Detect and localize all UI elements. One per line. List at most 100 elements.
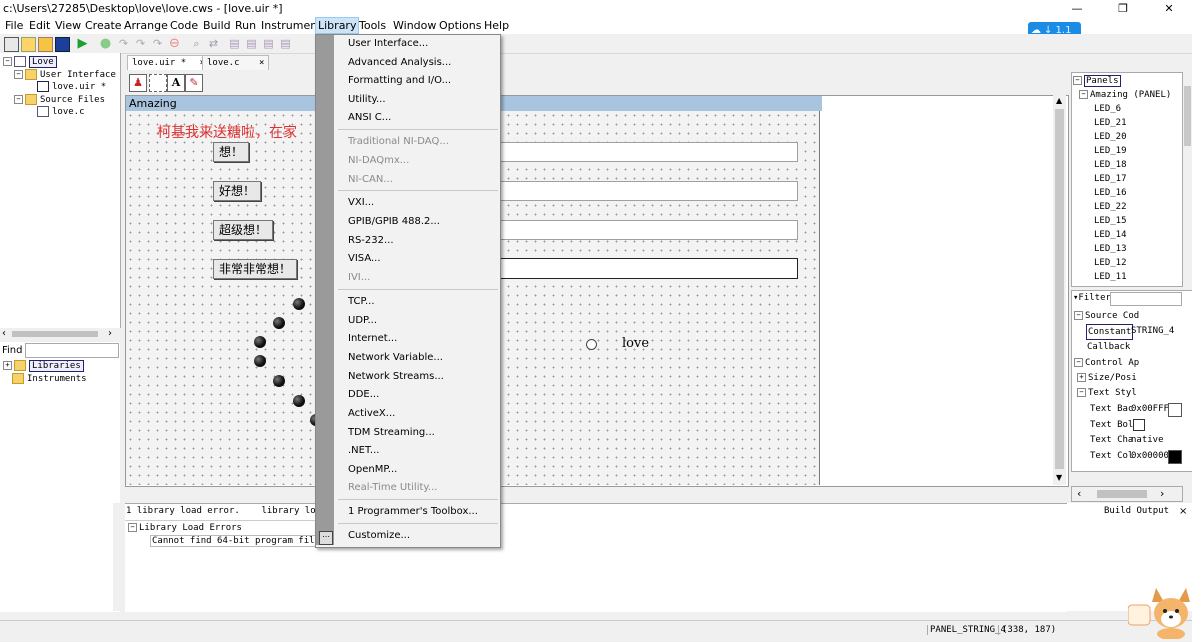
menu-item-customize[interactable]: Customize...	[348, 527, 410, 545]
operate-tool-icon[interactable]: ♟	[129, 74, 147, 92]
menu-library[interactable]: Library	[315, 17, 360, 34]
scroll-thumb[interactable]	[12, 331, 98, 337]
panel-vscrollbar[interactable]: ▲ ▼	[1053, 95, 1066, 485]
tree-hscrollbar[interactable]: ‹ ›	[0, 328, 120, 340]
prop-text-style[interactable]: − Text Styl	[1077, 386, 1137, 400]
doc-list-icon[interactable]: ▤	[279, 37, 292, 50]
step-over-icon[interactable]: ↷	[134, 37, 147, 50]
replace-icon[interactable]: ⇄	[207, 37, 220, 50]
label-tool-icon[interactable]: A	[167, 74, 185, 92]
menu-code[interactable]: Code	[168, 18, 200, 33]
menu-item-vxi[interactable]: VXI...	[348, 194, 374, 212]
string-box-3[interactable]	[497, 220, 798, 240]
menu-item-advanced-analysis[interactable]: Advanced Analysis...	[348, 54, 451, 72]
menu-run[interactable]: Run	[233, 18, 258, 33]
tree-item-led[interactable]: LED_13	[1094, 242, 1127, 256]
scroll-left-icon[interactable]: ‹	[1077, 487, 1081, 500]
close-button[interactable]: ✕	[1146, 0, 1192, 17]
collapse-icon[interactable]: −	[1079, 90, 1088, 99]
menu-item-utility[interactable]: Utility...	[348, 91, 386, 109]
menu-file[interactable]: File	[3, 18, 25, 33]
tab-love-uir[interactable]: love.uir * ×	[127, 55, 211, 70]
string-box-2[interactable]	[497, 181, 798, 201]
save-icon[interactable]	[55, 37, 70, 52]
tree-item-source-files[interactable]: − Source Files	[14, 94, 105, 106]
tree-item-libraries[interactable]: + Libraries	[3, 360, 84, 372]
menu-item-network-streams[interactable]: Network Streams...	[348, 368, 444, 386]
doc-view-icon[interactable]: ▤	[262, 37, 275, 50]
prop-control-app[interactable]: − Control Ap	[1074, 356, 1139, 370]
step-into-icon[interactable]: ↷	[117, 37, 130, 50]
tree-item-led[interactable]: LED_22	[1094, 200, 1127, 214]
step-out-icon[interactable]: ↷	[151, 37, 164, 50]
menu-item-udp[interactable]: UDP...	[348, 312, 377, 330]
menu-options[interactable]: Options	[437, 18, 483, 33]
scroll-up-icon[interactable]: ▲	[1056, 96, 1062, 105]
new-project-icon[interactable]	[21, 37, 36, 52]
stop-icon[interactable]: ⊖	[168, 37, 181, 50]
panel-hscrollbar[interactable]	[125, 487, 1067, 501]
scroll-thumb[interactable]	[1055, 109, 1064, 469]
collapse-icon[interactable]: −	[14, 70, 23, 79]
menu-item-gpib-gpib-488-2[interactable]: GPIB/GPIB 488.2...	[348, 213, 440, 231]
color-swatch[interactable]	[1168, 403, 1182, 417]
prop-size-position[interactable]: + Size/Posi	[1077, 371, 1137, 385]
tree-item-led[interactable]: LED_16	[1094, 186, 1127, 200]
menu-create[interactable]: Create	[83, 18, 124, 33]
prop-text-bg-label[interactable]: Text Bac	[1090, 402, 1133, 416]
tree-item-user-interface[interactable]: − User Interface	[14, 69, 116, 81]
menu-item-internet[interactable]: Internet...	[348, 330, 397, 348]
tree-item-led[interactable]: LED_21	[1094, 116, 1127, 130]
scroll-right-icon[interactable]: ›	[1160, 487, 1164, 500]
find-input[interactable]	[25, 343, 119, 358]
tree-vscrollbar[interactable]	[1183, 72, 1192, 285]
color-swatch[interactable]	[1168, 450, 1182, 464]
scroll-thumb[interactable]	[1184, 86, 1191, 146]
collapse-icon[interactable]: −	[3, 57, 12, 66]
collapse-icon[interactable]: −	[1073, 76, 1082, 85]
menu-item-openmp[interactable]: OpenMP...	[348, 461, 397, 479]
bold-checkbox[interactable]	[1133, 419, 1145, 431]
expand-icon[interactable]: +	[1077, 373, 1086, 382]
menu-item-activex[interactable]: ActiveX...	[348, 405, 395, 423]
string-box-1[interactable]	[497, 142, 798, 162]
prop-constant-label[interactable]: Constant	[1086, 324, 1134, 340]
scroll-thumb[interactable]	[1097, 490, 1147, 498]
menu-item-visa[interactable]: VISA...	[348, 250, 381, 268]
doc-edit-icon[interactable]: ▤	[245, 37, 258, 50]
button-very-very-want[interactable]: 非常非常想！	[213, 259, 298, 279]
menu-tools[interactable]: Tools	[357, 18, 388, 33]
close-icon[interactable]: ×	[259, 58, 264, 68]
collapse-icon[interactable]: −	[128, 523, 137, 532]
tree-item-amazing-panel[interactable]: − Amazing (PANEL)	[1079, 88, 1171, 102]
collapse-icon[interactable]: −	[1077, 388, 1086, 397]
tree-item-led[interactable]: LED_6	[1094, 102, 1121, 116]
menu-item-formatting-and-i-o[interactable]: Formatting and I/O...	[348, 72, 451, 90]
prop-text-charset-label[interactable]: Text Cha	[1090, 433, 1133, 447]
select-tool-icon[interactable]	[149, 74, 167, 92]
breakpoint-icon[interactable]: ●	[99, 37, 112, 50]
menu-item-ansi-c[interactable]: ANSI C...	[348, 109, 391, 127]
collapse-icon[interactable]: −	[14, 95, 23, 104]
scroll-down-icon[interactable]: ▼	[1056, 473, 1062, 482]
new-file-icon[interactable]	[4, 37, 19, 52]
menu-item-user-interface[interactable]: User Interface...	[348, 35, 428, 53]
tab-love-c[interactable]: love.c ×	[202, 55, 270, 70]
menu-edit[interactable]: Edit	[27, 18, 52, 33]
props-hscrollbar[interactable]: ‹ ›	[1071, 486, 1183, 502]
menu-window[interactable]: Window	[391, 18, 438, 33]
tree-item-love-c[interactable]: love.c	[37, 106, 85, 118]
scroll-right-icon[interactable]: ›	[108, 328, 112, 339]
tree-item-love[interactable]: − Love	[3, 56, 57, 68]
tree-item-love-uir[interactable]: love.uir *	[37, 81, 106, 93]
build-output-tab[interactable]: Build Output	[1104, 506, 1169, 516]
menu-item-dde[interactable]: DDE...	[348, 386, 379, 404]
button-super-want[interactable]: 超级想！	[213, 220, 274, 240]
prop-text-bold-label[interactable]: Text Bol	[1090, 418, 1133, 432]
collapse-icon[interactable]: −	[1074, 358, 1083, 367]
tree-item-instruments[interactable]: Instruments	[12, 373, 87, 385]
menu-build[interactable]: Build	[201, 18, 233, 33]
menu-item-rs-232[interactable]: RS-232...	[348, 232, 394, 250]
tree-item-led[interactable]: LED_15	[1094, 214, 1127, 228]
tree-item-led[interactable]: LED_17	[1094, 172, 1127, 186]
